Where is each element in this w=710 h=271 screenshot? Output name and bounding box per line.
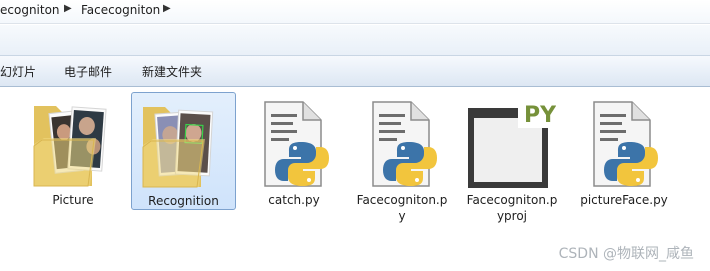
file-name: Recognition [148, 194, 219, 208]
breadcrumb-item-current[interactable]: Facecogniton [81, 3, 160, 17]
python-file-icon [593, 101, 658, 187]
python-file-icon [264, 101, 329, 187]
address-bar[interactable]: ecogniton ▶ Facecogniton ▶ [0, 0, 710, 24]
file-item-picture[interactable]: Picture [24, 92, 122, 210]
python-file-icon [372, 101, 437, 187]
file-name: catch.py [268, 193, 320, 207]
file-item-recognition[interactable]: Recognition [131, 92, 236, 210]
command-bar: 幻灯片 电子邮件 新建文件夹 [0, 56, 710, 87]
file-view: Picture Recognition catch.py Facecognito… [0, 88, 710, 271]
folder-photo-icon [142, 107, 214, 188]
file-item-pictureface-py[interactable]: pictureFace.py [574, 92, 674, 210]
breadcrumb-arrow-icon[interactable]: ▶ [163, 3, 171, 14]
search-band [0, 25, 710, 55]
file-item-facecogniton-pyproj[interactable]: PY Facecogniton.p yproj [462, 92, 562, 223]
breadcrumb-item-parent[interactable]: ecogniton [0, 3, 60, 17]
file-name: pictureFace.py [580, 193, 668, 207]
pyproj-file-icon: PY [468, 98, 556, 188]
file-name: Picture [52, 193, 94, 207]
file-item-catch-py[interactable]: catch.py [245, 92, 343, 210]
file-item-facecogniton-py[interactable]: Facecogniton.p y [353, 92, 451, 223]
breadcrumb-arrow-icon[interactable]: ▶ [64, 3, 72, 14]
slideshow-button[interactable]: 幻灯片 [0, 63, 36, 80]
svg-text:PY: PY [524, 103, 556, 128]
file-name: Facecogniton.p yproj [466, 193, 558, 223]
file-name: Facecogniton.p y [356, 193, 448, 223]
email-button[interactable]: 电子邮件 [64, 63, 112, 80]
watermark: CSDN @物联网_咸鱼 [558, 246, 694, 262]
folder-photo-icon [33, 106, 107, 187]
new-folder-button[interactable]: 新建文件夹 [142, 63, 202, 80]
